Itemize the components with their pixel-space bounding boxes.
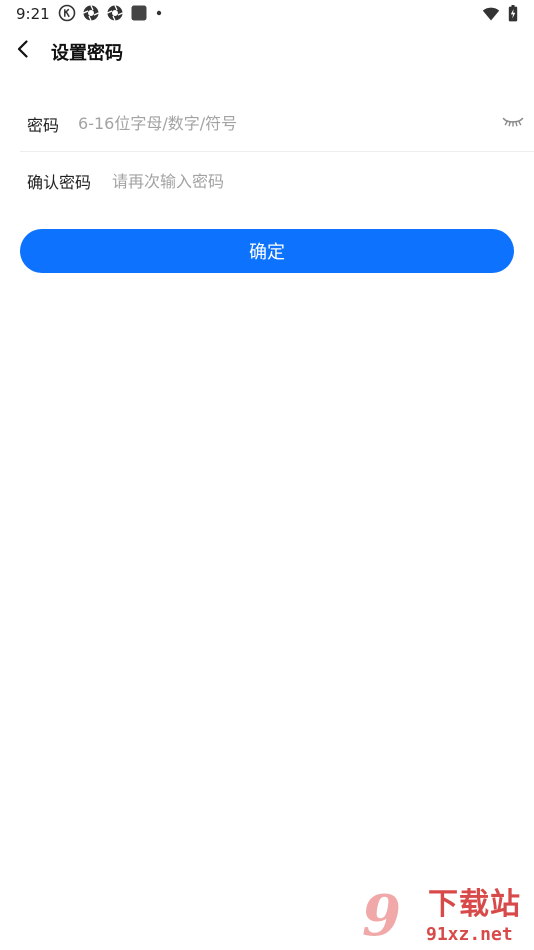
confirm-password-input[interactable] [112, 161, 534, 201]
aperture-icon [106, 4, 124, 26]
watermark-url: 91xz.net [426, 924, 513, 945]
watermark-site-name: 下载站 [428, 887, 521, 922]
dot-icon [154, 4, 164, 26]
status-system-icons [482, 5, 518, 26]
aperture-icon [82, 4, 100, 26]
eye-closed-icon [502, 114, 524, 133]
watermark-mark: 9 [362, 883, 401, 949]
app-square-icon [130, 4, 148, 26]
confirm-password-label: 确认密码 [27, 173, 92, 192]
page-title: 设置密码 [51, 43, 123, 64]
watermark: 9 下载站 91xz.net [362, 886, 534, 950]
password-row: 密码 [20, 96, 534, 152]
battery-charging-icon [508, 5, 518, 26]
status-time: 9:21 [16, 5, 50, 23]
wifi-icon [482, 6, 500, 26]
k-circle-icon [58, 4, 76, 26]
password-visibility-toggle[interactable] [500, 114, 526, 134]
status-bar: 9:21 [0, 0, 534, 28]
confirm-button[interactable]: 确定 [20, 229, 514, 273]
chevron-left-icon [16, 39, 30, 63]
nav-bar: 设置密码 [0, 28, 534, 74]
back-button[interactable] [10, 37, 36, 65]
password-label: 密码 [27, 115, 60, 135]
confirm-password-row: 确认密码 [20, 153, 534, 209]
password-input[interactable] [78, 103, 500, 144]
status-notification-icons [58, 4, 164, 26]
